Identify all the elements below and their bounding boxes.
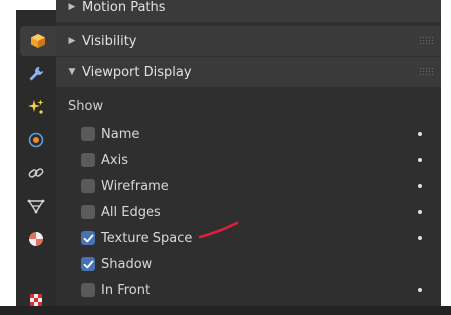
viewport-display-header[interactable]: ▼ Viewport Display: [56, 57, 441, 87]
particles-tab[interactable]: [19, 92, 53, 122]
keyframe-dot-icon[interactable]: [418, 158, 422, 162]
show-all-edges-label: All Edges: [101, 204, 161, 220]
properties-tab-bar: [16, 10, 56, 306]
show-label: Show: [68, 99, 104, 114]
keyframe-dot-icon[interactable]: [418, 288, 422, 292]
modifier-tab[interactable]: [19, 59, 53, 89]
motion-paths-label: Motion Paths: [82, 0, 166, 15]
show-name-toggle[interactable]: Name: [81, 124, 139, 144]
object-tab[interactable]: [20, 26, 56, 56]
show-all-edges-toggle[interactable]: All Edges: [81, 202, 161, 222]
constraints-tab[interactable]: [19, 158, 53, 188]
constraint-link-icon: [28, 168, 44, 178]
physics-orbit-icon: [28, 132, 44, 148]
object-cube-icon: [31, 34, 45, 48]
keyframe-dot-icon[interactable]: [418, 210, 422, 214]
drag-handle-icon[interactable]: [419, 67, 433, 75]
wrench-modifier-icon: [29, 67, 43, 81]
show-shadow-toggle[interactable]: Shadow: [81, 254, 152, 274]
motion-paths-header[interactable]: ▶ Motion Paths: [56, 0, 441, 22]
checkbox[interactable]: [81, 179, 95, 193]
screenshot-border-left: [0, 0, 16, 306]
screenshot-border-right: [441, 0, 451, 306]
red-annotation-stroke: [198, 221, 239, 239]
checkbox[interactable]: [81, 283, 95, 297]
object-data-mesh-icon: [27, 199, 45, 214]
viewport-display-body: Show Name Axis Wireframe All Edges Textu…: [56, 87, 441, 306]
visibility-label: Visibility: [82, 33, 137, 49]
show-name-label: Name: [101, 126, 140, 142]
show-axis-toggle[interactable]: Axis: [81, 150, 128, 170]
show-wireframe-toggle[interactable]: Wireframe: [81, 176, 169, 196]
keyframe-dot-icon[interactable]: [418, 132, 422, 136]
texture-checker-icon: [30, 294, 42, 306]
keyframe-dot-icon[interactable]: [418, 184, 422, 188]
show-in-front-toggle[interactable]: In Front: [81, 280, 150, 300]
drag-handle-icon[interactable]: [419, 36, 433, 44]
expanded-arrow-icon: ▼: [68, 67, 76, 77]
checkbox[interactable]: [81, 257, 95, 271]
checkbox[interactable]: [81, 231, 95, 245]
show-texture-space-label: Texture Space: [101, 230, 193, 246]
material-tab[interactable]: [19, 224, 53, 254]
material-sphere-icon: [29, 232, 43, 246]
show-wireframe-label: Wireframe: [101, 178, 169, 194]
physics-tab[interactable]: [19, 125, 53, 155]
show-in-front-label: In Front: [101, 282, 151, 298]
properties-panel: ▶ Motion Paths ▶ Visibility ▼ Viewport D…: [56, 0, 441, 306]
show-axis-label: Axis: [101, 152, 128, 168]
checkbox[interactable]: [81, 127, 95, 141]
object-data-tab[interactable]: [19, 191, 53, 221]
particles-sparkle-icon: [28, 99, 44, 114]
show-shadow-label: Shadow: [101, 256, 153, 272]
texture-tab[interactable]: [19, 285, 53, 315]
collapsed-arrow-icon: ▶: [68, 2, 76, 12]
viewport-display-label: Viewport Display: [82, 64, 192, 80]
checkbox[interactable]: [81, 205, 95, 219]
collapsed-arrow-icon: ▶: [68, 36, 76, 46]
keyframe-dot-icon[interactable]: [418, 236, 422, 240]
show-texture-space-toggle[interactable]: Texture Space: [81, 228, 192, 248]
checkmark-icon: [83, 260, 93, 268]
visibility-header[interactable]: ▶ Visibility: [56, 26, 441, 56]
checkbox[interactable]: [81, 153, 95, 167]
checkmark-icon: [83, 234, 93, 242]
